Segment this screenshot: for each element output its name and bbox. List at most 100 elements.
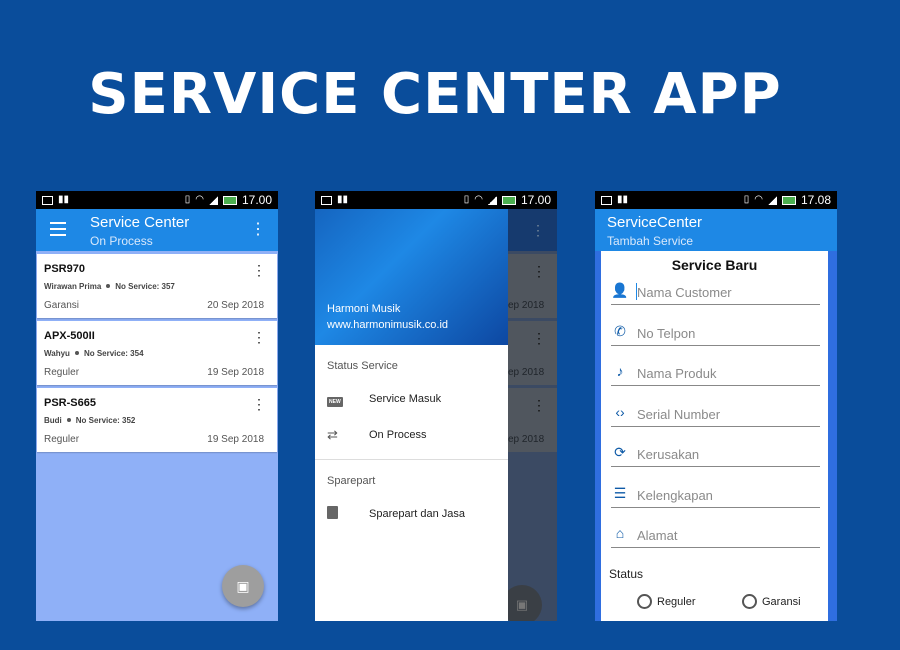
navigation-drawer: Harmoni Musik www.harmonimusik.co.id Sta… xyxy=(315,209,508,621)
barcode-icon: ▮▮ xyxy=(617,194,629,205)
service-type: Reguler xyxy=(44,367,80,378)
drawer-item-service-masuk[interactable]: NEW Service Masuk xyxy=(315,381,508,417)
field-placeholder: Kerusakan xyxy=(637,447,700,462)
clock: 17.08 xyxy=(800,193,831,207)
drawer-header: Harmoni Musik www.harmonimusik.co.id xyxy=(315,209,508,345)
phone-icon: ✆ xyxy=(614,323,626,339)
card-meta: Budi No Service: 352 xyxy=(44,416,135,425)
dimmed-date: ep 2018 xyxy=(508,434,545,445)
field-placeholder: Nama Produk xyxy=(637,366,717,381)
wifi-icon: ◠ xyxy=(195,194,204,205)
signal-icon xyxy=(767,195,777,205)
clock: 17.00 xyxy=(520,193,551,207)
app-title: ServiceCenter xyxy=(607,214,703,231)
radio-circle[interactable] xyxy=(637,594,652,609)
headline: SERVICE CENTER APP xyxy=(88,62,782,127)
app-title: Service Center xyxy=(90,214,190,231)
service-card[interactable]: APX-500II Wahyu No Service: 354 Reguler 1… xyxy=(37,321,277,385)
battery-icon xyxy=(501,195,516,205)
service-type: Reguler xyxy=(44,434,80,445)
app-bar: ServiceCenter Tambah Service xyxy=(595,209,837,251)
card-more-icon[interactable]: ⋮ xyxy=(252,397,266,411)
service-date: 19 Sep 2018 xyxy=(207,434,264,445)
address-field[interactable]: ⌂ Alamat xyxy=(611,522,820,548)
radio-garansi[interactable]: Garansi xyxy=(742,594,801,609)
app-subtitle: Tambah Service xyxy=(607,234,694,248)
radio-label: Reguler xyxy=(657,595,696,608)
vibrate-icon: ▯ xyxy=(184,194,191,205)
dimmed-fab: ▣ xyxy=(502,585,542,621)
drawer-website: www.harmonimusik.co.id xyxy=(327,319,449,331)
phone-screen-drawer: ▮▮ ▯ ◠ 17.00 ⋮ ⋮ ep 2018 ⋮ ep 2018 ⋮ ep 2018 … xyxy=(315,191,557,621)
image-notification-icon xyxy=(42,195,53,205)
battery-icon xyxy=(222,195,237,205)
hamburger-menu-icon[interactable] xyxy=(50,222,66,236)
book-icon xyxy=(315,506,369,522)
status-bar: ▮▮ ▯ ◠ 17.00 xyxy=(315,191,557,209)
product-name-field[interactable]: ♪ Nama Produk xyxy=(611,360,820,386)
service-card[interactable]: PSR-S665 Budi No Service: 352 Reguler 19 … xyxy=(37,388,277,452)
wifi-icon: ◠ xyxy=(474,194,483,205)
dimmed-card: ⋮ ep 2018 xyxy=(508,388,557,452)
dimmed-content[interactable]: ⋮ ⋮ ep 2018 ⋮ ep 2018 ⋮ ep 2018 ▣ xyxy=(502,209,557,621)
drawer-item-label: Service Masuk xyxy=(369,393,442,405)
service-date: 20 Sep 2018 xyxy=(207,300,264,311)
phone-field[interactable]: ✆ No Telpon xyxy=(611,320,820,346)
status-label: Status xyxy=(609,567,644,581)
serial-number-field[interactable]: ‹› Serial Number xyxy=(611,401,820,427)
clock: 17.00 xyxy=(241,193,272,207)
dimmed-date: ep 2018 xyxy=(508,300,545,311)
drawer-item-label: On Process xyxy=(369,429,427,441)
field-placeholder: Alamat xyxy=(637,528,678,543)
find-replace-icon: ⟳ xyxy=(614,444,626,460)
app-subtitle: On Process xyxy=(90,234,153,248)
product-name: PSR-S665 xyxy=(44,397,96,409)
add-service-button[interactable]: ▣ xyxy=(222,565,264,607)
phone-screen-add-service: ▮▮ ▯ ◠ 17.08 ServiceCenter Tambah Service … xyxy=(595,191,837,621)
list-icon: ☰ xyxy=(613,485,627,501)
drawer-item-sparepart-jasa[interactable]: Sparepart dan Jasa xyxy=(315,496,508,532)
customer-name-field[interactable]: 👤 Nama Customer xyxy=(611,279,820,305)
service-card[interactable]: PSR970 Wirawan Prima No Service: 357 Gara… xyxy=(37,254,277,318)
field-placeholder: Kelengkapan xyxy=(637,488,713,503)
field-placeholder: Serial Number xyxy=(637,407,721,422)
radio-circle[interactable] xyxy=(742,594,757,609)
home-icon: ⌂ xyxy=(615,525,625,541)
service-date: 19 Sep 2018 xyxy=(207,367,264,378)
product-name: PSR970 xyxy=(44,263,85,275)
drawer-item-on-process[interactable]: ⇄ On Process xyxy=(315,417,508,453)
add-document-icon: ▣ xyxy=(236,577,250,594)
service-number: No Service: 354 xyxy=(83,349,144,358)
image-notification-icon xyxy=(321,195,332,205)
section-sparepart: Sparepart xyxy=(327,475,376,487)
overflow-menu-icon[interactable]: ⋮ xyxy=(250,222,266,238)
phone-screen-on-process: ▮▮ ▯ ◠ 17.00 Service Center On Process ⋮ P… xyxy=(36,191,278,621)
section-status-service: Status Service xyxy=(327,360,398,372)
signal-icon xyxy=(208,195,218,205)
music-note-icon: ♪ xyxy=(616,363,624,379)
card-more-icon[interactable]: ⋮ xyxy=(252,263,266,277)
vibrate-icon: ▯ xyxy=(463,194,470,205)
repeat-icon: ⇄ xyxy=(327,427,338,442)
form-title: Service Baru xyxy=(671,257,758,273)
service-type: Garansi xyxy=(44,300,80,311)
add-service-form: Service Baru 👤 Nama Customer ✆ No Telpon… xyxy=(601,251,828,621)
person-icon: 👤 xyxy=(611,282,629,298)
app-bar: Service Center On Process ⋮ xyxy=(36,209,278,251)
accessories-field[interactable]: ☰ Kelengkapan xyxy=(611,482,820,508)
drawer-item-label: Sparepart dan Jasa xyxy=(369,508,466,520)
drawer-name: Harmoni Musik xyxy=(327,303,401,315)
signal-icon xyxy=(487,195,497,205)
customer-name: Wahyu xyxy=(44,349,70,358)
product-name: APX-500II xyxy=(44,330,95,342)
damage-field[interactable]: ⟳ Kerusakan xyxy=(611,441,820,467)
card-more-icon[interactable]: ⋮ xyxy=(252,330,266,344)
radio-reguler[interactable]: Reguler xyxy=(637,594,696,609)
dimmed-date: ep 2018 xyxy=(508,367,545,378)
card-meta: Wahyu No Service: 354 xyxy=(44,349,144,358)
overflow-menu-icon: ⋮ xyxy=(508,209,557,251)
service-number: No Service: 357 xyxy=(115,282,175,291)
barcode-icon: ▮▮ xyxy=(58,194,70,205)
code-icon: ‹› xyxy=(615,404,625,420)
status-bar: ▮▮ ▯ ◠ 17.00 xyxy=(36,191,278,209)
